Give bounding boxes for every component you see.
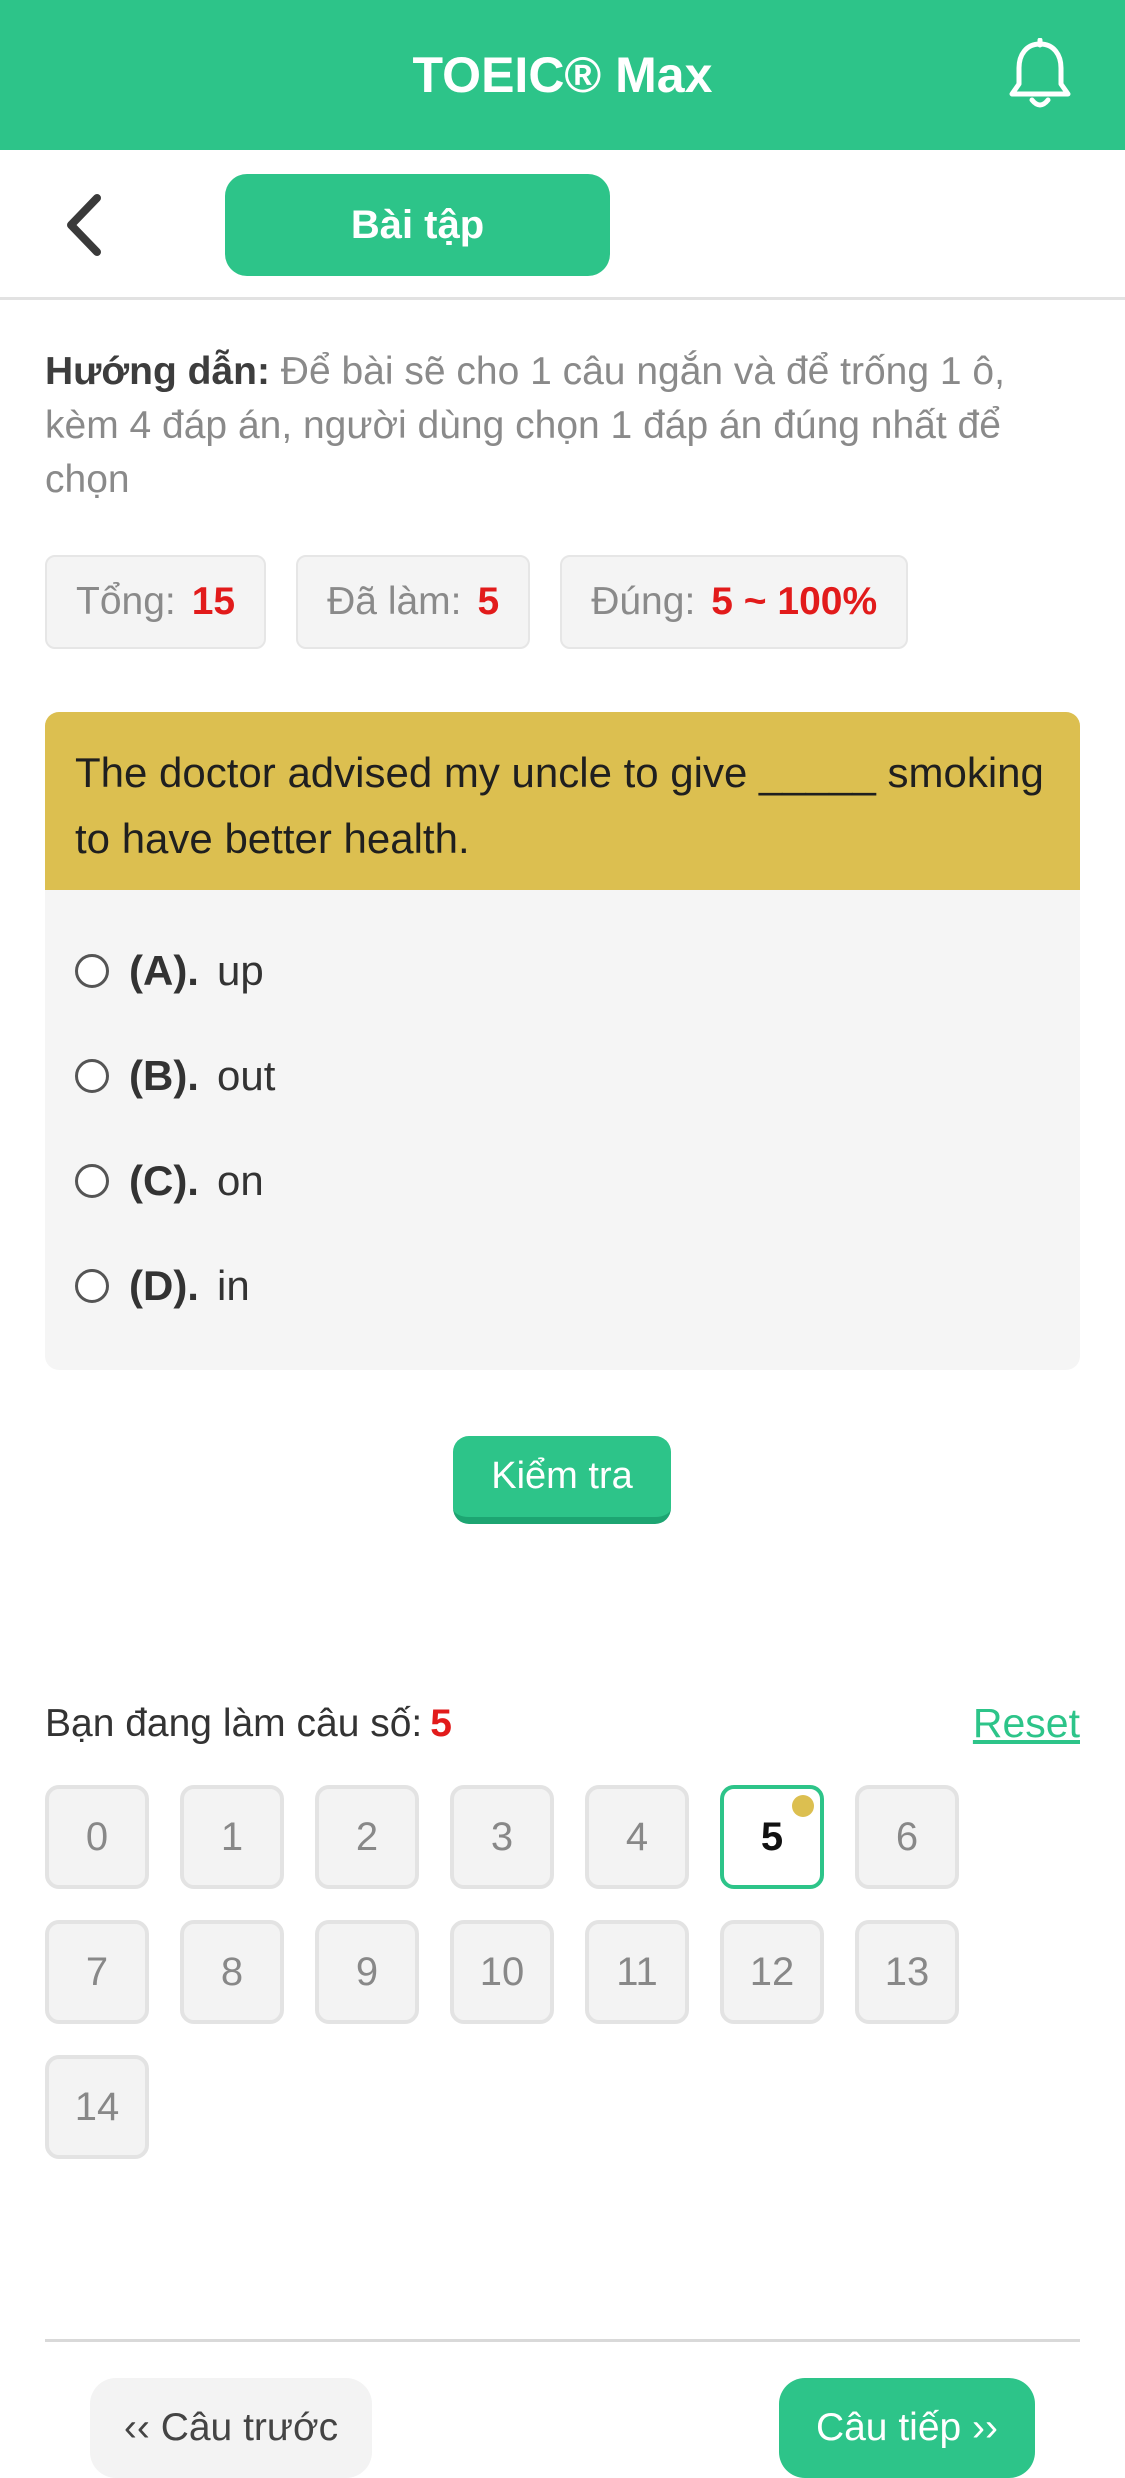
option-letter: (D). (129, 1261, 199, 1309)
option-letter: (A). (129, 946, 199, 994)
question-number-button[interactable]: 12 (720, 1920, 824, 2024)
question-text: The doctor advised my uncle to give ____… (45, 712, 1080, 890)
prev-question-button[interactable]: ‹‹ Câu trước (90, 2378, 372, 2478)
question-number-button[interactable]: 5 (720, 1785, 824, 1889)
question-number-label: 5 (760, 1814, 784, 1859)
question-number-button[interactable]: 2 (315, 1785, 419, 1889)
question-number-button[interactable]: 10 (450, 1920, 554, 2024)
stat-total: Tổng: 15 (45, 555, 267, 649)
stat-label: Tổng: (76, 580, 176, 623)
next-question-button[interactable]: Câu tiếp ›› (779, 2378, 1035, 2478)
current-question-label: Bạn đang làm câu số: (45, 1701, 423, 1745)
radio-button[interactable] (75, 1058, 109, 1093)
question-number-button[interactable]: 14 (45, 2055, 149, 2159)
radio-button[interactable] (75, 953, 109, 988)
question-number-label: 14 (74, 2084, 120, 2129)
stat-correct: Đúng: 5 ~ 100% (560, 555, 909, 649)
option-text: up (216, 946, 264, 994)
tab-bai-tap[interactable]: Bài tập (225, 174, 610, 276)
question-number-label: 6 (895, 1814, 919, 1859)
instructions: Hướng dẫn: Để bài sẽ cho 1 câu ngắn và đ… (45, 345, 1080, 507)
option-d[interactable]: (D). in (45, 1233, 1080, 1338)
radio-button[interactable] (75, 1268, 109, 1303)
option-letter: (C). (129, 1156, 199, 1204)
question-number-button[interactable]: 9 (315, 1920, 419, 2024)
divider (45, 2339, 1080, 2342)
stat-value: 5 (477, 580, 500, 623)
question-number-label: 4 (625, 1814, 649, 1859)
app-title: TOEIC® Max (412, 47, 713, 103)
question-number-button[interactable]: 0 (45, 1785, 149, 1889)
question-number-label: 0 (85, 1814, 109, 1859)
instructions-label: Hướng dẫn: (45, 350, 270, 393)
radio-button[interactable] (75, 1163, 109, 1198)
question-number-grid: 0 1 2 3 4 5 6 7 8 9 10 11 12 13 14 (45, 1785, 1045, 2159)
question-number-button[interactable]: 3 (450, 1785, 554, 1889)
question-number-label: 13 (884, 1949, 930, 1994)
current-question-number: 5 (430, 1701, 452, 1745)
option-c[interactable]: (C). on (45, 1128, 1080, 1233)
question-number-label: 11 (616, 1949, 658, 1994)
question-number-label: 10 (479, 1949, 525, 1994)
sub-header: Bài tập (0, 150, 1125, 300)
question-number-button[interactable]: 6 (855, 1785, 959, 1889)
option-text: out (216, 1051, 276, 1099)
question-number-label: 1 (220, 1814, 244, 1859)
option-a[interactable]: (A). up (45, 918, 1080, 1023)
question-number-button[interactable]: 7 (45, 1920, 149, 2024)
option-text: on (216, 1156, 264, 1204)
reset-link[interactable]: Reset (973, 1700, 1080, 1747)
option-text: in (216, 1261, 250, 1309)
chevron-left-icon[interactable] (55, 190, 115, 260)
question-number-label: 8 (220, 1949, 244, 1994)
check-button[interactable]: Kiểm tra (453, 1436, 671, 1524)
question-number-button[interactable]: 1 (180, 1785, 284, 1889)
stats-row: Tổng: 15 Đã làm: 5 Đúng: 5 ~ 100% (45, 555, 909, 649)
question-number-label: 7 (85, 1949, 109, 1994)
stat-value: 15 (191, 580, 236, 623)
question-number-label: 2 (355, 1814, 379, 1859)
question-number-label: 12 (749, 1949, 795, 1994)
answered-dot (792, 1795, 814, 1817)
app-header: TOEIC® Max (0, 0, 1125, 150)
stat-label: Đúng: (591, 580, 696, 623)
stat-value: 5 ~ 100% (711, 580, 878, 623)
option-letter: (B). (129, 1051, 199, 1099)
question-number-button[interactable]: 4 (585, 1785, 689, 1889)
question-number-button[interactable]: 8 (180, 1920, 284, 2024)
stat-done: Đã làm: 5 (296, 555, 531, 649)
bell-icon[interactable] (1005, 38, 1075, 112)
question-number-label: 9 (355, 1949, 379, 1994)
option-b[interactable]: (B). out (45, 1023, 1080, 1128)
stat-label: Đã làm: (327, 580, 462, 623)
question-card: The doctor advised my uncle to give ____… (45, 712, 1080, 1370)
current-question-indicator: Bạn đang làm câu số: 5 (45, 1702, 452, 1746)
current-question-row: Bạn đang làm câu số: 5 Reset (45, 1700, 1080, 1747)
answer-options: (A). up (B). out (C). on (D). in (45, 890, 1080, 1338)
question-number-button[interactable]: 13 (855, 1920, 959, 2024)
question-number-button[interactable]: 11 (585, 1920, 689, 2024)
question-number-label: 3 (490, 1814, 514, 1859)
